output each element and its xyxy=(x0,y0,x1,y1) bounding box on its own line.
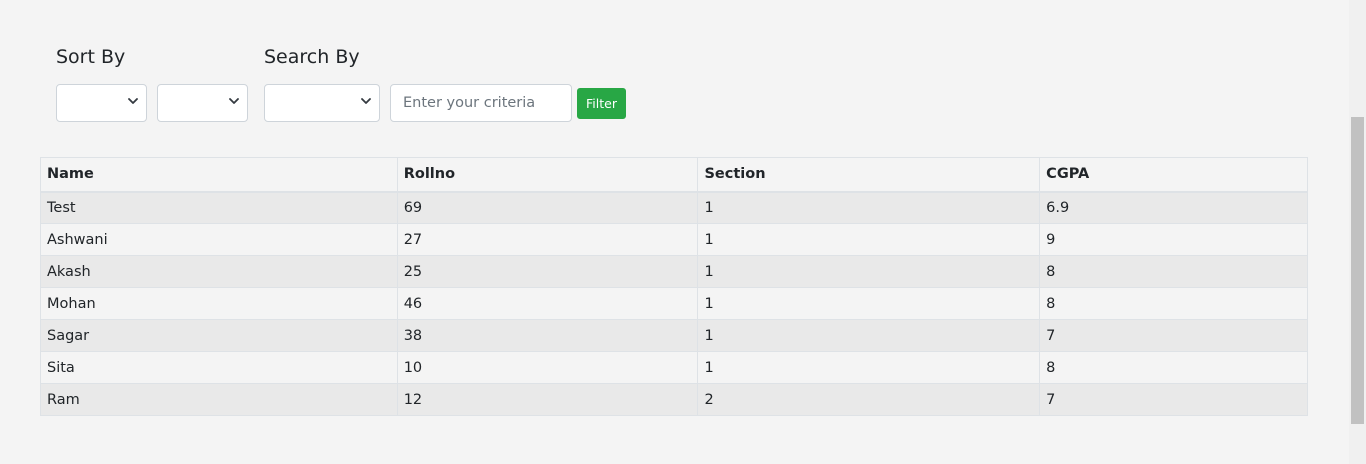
cell-rollno: 27 xyxy=(396,223,699,256)
cell-rollno: 46 xyxy=(396,287,699,320)
table-row: Ram 12 2 7 xyxy=(40,383,1308,416)
sort-title: Sort By xyxy=(56,46,126,68)
cell-rollno: 12 xyxy=(396,383,699,416)
cell-cgpa: 9 xyxy=(1039,223,1308,256)
table-row: Sita 10 1 8 xyxy=(40,351,1308,384)
header-name[interactable]: Name xyxy=(40,157,398,193)
cell-name: Akash xyxy=(40,255,398,288)
cell-section: 1 xyxy=(697,223,1041,256)
search-row: Filter xyxy=(264,84,626,122)
cell-name: Mohan xyxy=(40,287,398,320)
cell-section: 1 xyxy=(697,287,1041,320)
cell-rollno: 10 xyxy=(396,351,699,384)
chevron-down-icon xyxy=(361,98,371,104)
cell-name: Sagar xyxy=(40,319,398,352)
vertical-scrollbar[interactable] xyxy=(1349,0,1366,464)
cell-section: 1 xyxy=(697,191,1041,224)
search-title: Search By xyxy=(264,46,360,68)
sort-field-select[interactable] xyxy=(56,84,147,122)
cell-rollno: 25 xyxy=(396,255,699,288)
cell-name: Sita xyxy=(40,351,398,384)
table-row: Akash 25 1 8 xyxy=(40,255,1308,288)
table-row: Sagar 38 1 7 xyxy=(40,319,1308,352)
filter-button[interactable]: Filter xyxy=(577,87,626,119)
cell-section: 1 xyxy=(697,255,1041,288)
search-field-select[interactable] xyxy=(264,84,380,122)
cell-name: Ashwani xyxy=(40,223,398,256)
students-table: Name Rollno Section CGPA Test 69 1 6.9 A… xyxy=(40,157,1308,416)
cell-name: Ram xyxy=(40,383,398,416)
cell-name: Test xyxy=(40,191,398,224)
cell-cgpa: 8 xyxy=(1039,351,1308,384)
header-rollno[interactable]: Rollno xyxy=(396,157,699,193)
page-content: Sort By Search By Enter your criteria Fi… xyxy=(0,0,1349,464)
sort-order-select[interactable] xyxy=(157,84,248,122)
table-row: Mohan 46 1 8 xyxy=(40,287,1308,320)
scrollbar-thumb[interactable] xyxy=(1351,117,1364,424)
filter-controls: Sort By Search By Enter your criteria Fi… xyxy=(56,44,626,122)
cell-section: 1 xyxy=(697,319,1041,352)
cell-cgpa: 7 xyxy=(1039,383,1308,416)
header-cgpa[interactable]: CGPA xyxy=(1039,157,1308,193)
cell-rollno: 38 xyxy=(396,319,699,352)
search-group: Search By Filter xyxy=(264,44,626,122)
cell-cgpa: 8 xyxy=(1039,255,1308,288)
cell-rollno: 69 xyxy=(396,191,699,224)
cell-cgpa: 6.9 xyxy=(1039,191,1308,224)
cell-cgpa: 8 xyxy=(1039,287,1308,320)
sort-group: Sort By xyxy=(56,44,264,122)
header-section[interactable]: Section xyxy=(697,157,1041,193)
chevron-down-icon xyxy=(229,98,239,104)
table-header-row: Name Rollno Section CGPA xyxy=(40,157,1308,193)
search-criteria-input[interactable] xyxy=(390,84,572,122)
sort-row xyxy=(56,84,264,122)
cell-section: 2 xyxy=(697,383,1041,416)
cell-section: 1 xyxy=(697,351,1041,384)
chevron-down-icon xyxy=(128,98,138,104)
table-row: Test 69 1 6.9 xyxy=(40,191,1308,224)
table-row: Ashwani 27 1 9 xyxy=(40,223,1308,256)
cell-cgpa: 7 xyxy=(1039,319,1308,352)
